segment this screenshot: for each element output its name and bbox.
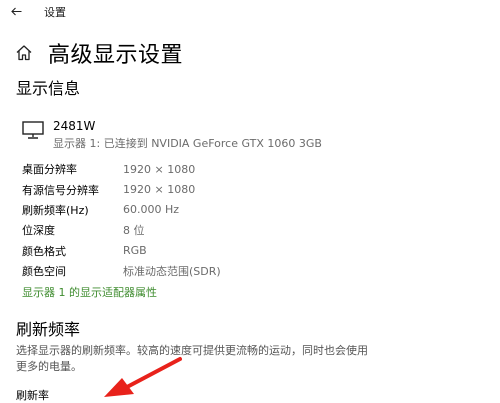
- display-adapter-properties-link[interactable]: 显示器 1 的显示适配器属性: [22, 284, 157, 300]
- back-arrow-icon: [10, 7, 21, 15]
- app-title: 设置: [44, 6, 66, 19]
- display-info-table: 桌面分辨率 1920 × 1080 有源信号分辨率 1920 × 1080 刷新…: [22, 159, 442, 281]
- monitor-connection: 显示器 1: 已连接到 NVIDIA GeForce GTX 1060 3GB: [53, 137, 322, 150]
- info-row-color-space: 颜色空间 标准动态范围(SDR): [22, 261, 442, 281]
- monitor-icon: [22, 121, 44, 139]
- info-value: 1920 × 1080: [123, 183, 196, 197]
- info-value: 8 位: [123, 224, 145, 238]
- info-row-desktop-resolution: 桌面分辨率 1920 × 1080: [22, 159, 442, 179]
- page-title: 高级显示设置: [48, 43, 184, 68]
- info-value: 60.000 Hz: [123, 203, 180, 217]
- monitor-name: 2481W: [53, 119, 96, 133]
- annotation-arrow-icon: [104, 357, 182, 397]
- title-bar: 设置: [0, 0, 500, 24]
- info-row-bit-depth: 位深度 8 位: [22, 220, 442, 240]
- info-label: 刷新频率(Hz): [22, 203, 89, 217]
- back-button[interactable]: [6, 0, 26, 22]
- home-icon: [16, 45, 32, 61]
- info-row-color-format: 颜色格式 RGB: [22, 241, 442, 261]
- refresh-rate-description: 选择显示器的刷新频率。较高的速度可提供更流畅的运动，同时也会使用更多的电量。: [16, 344, 368, 373]
- info-row-refresh-rate: 刷新频率(Hz) 60.000 Hz: [22, 200, 442, 220]
- page-header: 高级显示设置: [15, 36, 183, 70]
- info-value: 标准动态范围(SDR): [123, 265, 221, 279]
- info-row-active-signal-resolution: 有源信号分辨率 1920 × 1080: [22, 179, 442, 199]
- info-label: 桌面分辨率: [22, 163, 77, 177]
- info-label: 位深度: [22, 224, 55, 238]
- info-value: 1920 × 1080: [123, 162, 196, 176]
- info-value: RGB: [123, 244, 147, 258]
- info-label: 有源信号分辨率: [22, 183, 99, 197]
- refresh-rate-heading: 刷新频率: [16, 320, 81, 339]
- info-label: 颜色空间: [22, 265, 66, 279]
- display-info-heading: 显示信息: [16, 79, 81, 98]
- info-label: 颜色格式: [22, 244, 66, 258]
- refresh-rate-field-label: 刷新率: [16, 389, 49, 402]
